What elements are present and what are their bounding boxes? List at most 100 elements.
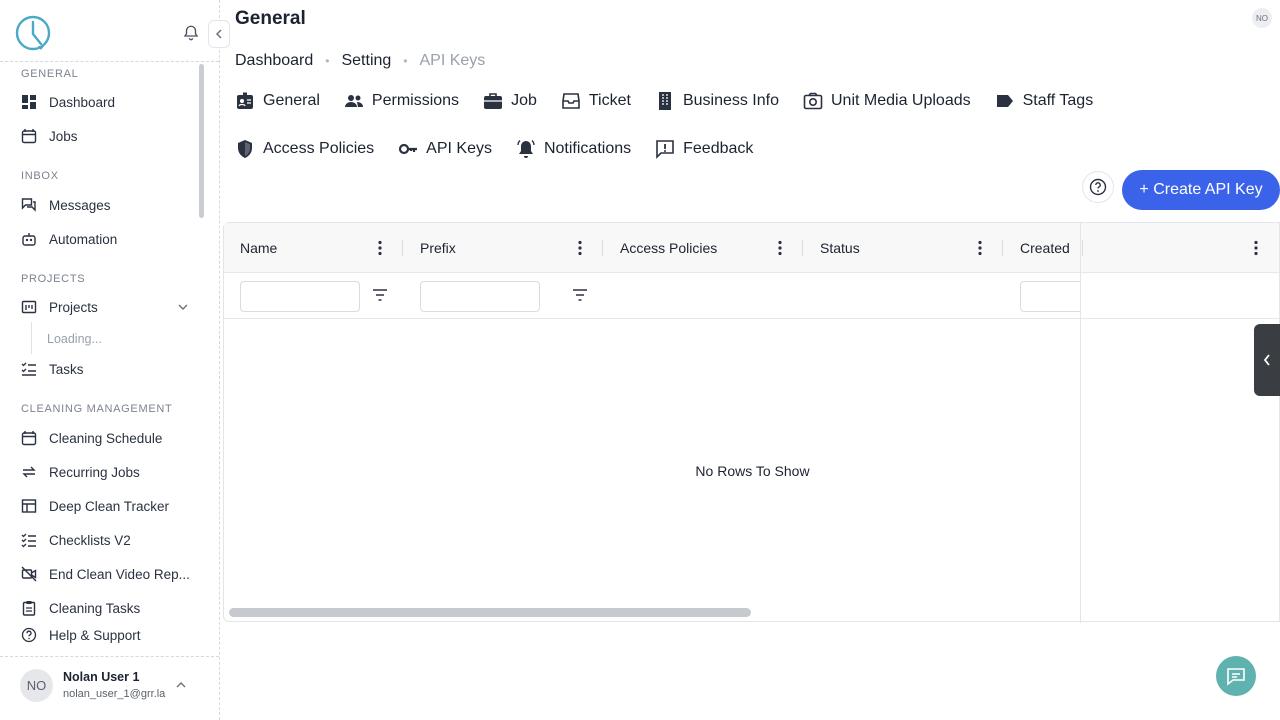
column-header-status[interactable]: Status [820, 223, 860, 273]
column-menu-icon[interactable] [978, 240, 982, 256]
sidebar: GENERAL Dashboard Jobs INBOX Messages Au… [0, 0, 230, 720]
tab-label: Staff Tags [1022, 92, 1094, 109]
page-title: General [235, 8, 306, 29]
table-icon [21, 499, 37, 513]
chat-support-button[interactable] [1216, 656, 1256, 696]
sidebar-item-label: Recurring Jobs [49, 464, 140, 480]
notification-bell-icon[interactable] [182, 24, 200, 42]
video-off-icon [21, 566, 37, 582]
tab-feedback[interactable]: Feedback [655, 139, 753, 159]
column-resize-handle[interactable] [602, 240, 603, 256]
column-header-created[interactable]: Created [1020, 223, 1070, 273]
sidebar-item-label: Automation [49, 231, 118, 247]
tab-api-keys[interactable]: API Keys [398, 139, 492, 159]
sidebar-item-label: Cleaning Tasks [49, 600, 141, 616]
column-header-prefix[interactable]: Prefix [420, 223, 456, 273]
prefix-filter-input[interactable] [420, 281, 540, 312]
filter-icon[interactable] [373, 289, 387, 301]
chevron-down-icon[interactable] [178, 302, 188, 312]
column-resize-handle[interactable] [402, 240, 403, 256]
tab-access-policies[interactable]: Access Policies [235, 139, 374, 159]
sidebar-item-label: Checklists V2 [49, 532, 131, 548]
help-button[interactable] [1082, 171, 1114, 203]
column-resize-handle[interactable] [802, 240, 803, 256]
chevron-left-icon [215, 29, 222, 39]
settings-tabs-row-2: Access Policies API Keys Notifications F… [235, 139, 753, 159]
sidebar-item-label: Deep Clean Tracker [49, 498, 170, 514]
messages-icon [21, 198, 36, 212]
column-menu-icon[interactable] [1254, 240, 1258, 256]
tab-business-info[interactable]: Business Info [655, 91, 779, 111]
empty-state-text: No Rows To Show [695, 463, 810, 479]
tab-label: Ticket [588, 92, 631, 109]
tab-label: Unit Media Uploads [831, 92, 971, 109]
calendar-check-icon [21, 129, 37, 144]
account-avatar[interactable]: NO [1252, 8, 1272, 28]
breadcrumb: Dashboard • Setting • API Keys [235, 52, 485, 70]
column-menu-icon[interactable] [378, 240, 382, 256]
sidebar-item-cleaning-schedule[interactable]: Cleaning Schedule [21, 427, 196, 449]
horizontal-scrollbar[interactable] [229, 608, 751, 617]
badge-icon [237, 92, 253, 109]
tab-permissions[interactable]: Permissions [344, 91, 459, 111]
tab-staff-tags[interactable]: Staff Tags [995, 91, 1094, 111]
tab-label: Notifications [543, 140, 632, 157]
shield-icon [238, 140, 252, 158]
camera-icon [803, 92, 823, 110]
column-header-name[interactable]: Name [240, 223, 277, 273]
chevron-up-icon[interactable] [176, 680, 186, 690]
section-label-general: GENERAL [21, 68, 79, 80]
breadcrumb-dashboard[interactable]: Dashboard [235, 52, 313, 70]
breadcrumb-setting[interactable]: Setting [341, 52, 391, 70]
side-panel-toggle-button[interactable] [1254, 324, 1280, 396]
sidebar-item-recurring-jobs[interactable]: Recurring Jobs [21, 461, 196, 483]
user-avatar[interactable]: NO [20, 669, 53, 702]
sidebar-item-deep-clean-tracker[interactable]: Deep Clean Tracker [21, 495, 196, 517]
feedback-icon [656, 140, 674, 159]
sidebar-item-help[interactable]: Help & Support [21, 624, 196, 646]
tab-label: Job [511, 92, 537, 109]
robot-icon [22, 233, 36, 246]
sidebar-item-automation[interactable]: Automation [21, 228, 196, 250]
name-filter-input[interactable] [240, 281, 360, 312]
created-filter-input[interactable] [1020, 281, 1080, 312]
sidebar-item-label: Cleaning Schedule [49, 430, 163, 446]
create-api-key-button[interactable]: + Create API Key [1122, 170, 1280, 210]
tab-unit-media-uploads[interactable]: Unit Media Uploads [803, 91, 971, 111]
column-header-access-policies[interactable]: Access Policies [620, 223, 717, 273]
user-name: Nolan User 1 [63, 670, 140, 684]
sidebar-scrollbar[interactable] [199, 64, 204, 218]
column-resize-handle[interactable] [1002, 240, 1003, 256]
key-icon [399, 143, 418, 155]
tab-label: Business Info [682, 92, 779, 109]
column-menu-icon[interactable] [778, 240, 782, 256]
sidebar-item-tasks[interactable]: Tasks [21, 358, 196, 380]
tab-general[interactable]: General [235, 91, 320, 111]
sidebar-item-label: Help & Support [49, 627, 141, 643]
sidebar-item-jobs[interactable]: Jobs [21, 125, 196, 147]
tab-ticket[interactable]: Ticket [561, 91, 631, 111]
tab-job[interactable]: Job [483, 91, 537, 111]
tab-label: Permissions [371, 92, 460, 109]
app-logo-icon[interactable] [14, 14, 52, 52]
sidebar-item-label: End Clean Video Rep... [49, 566, 190, 582]
sidebar-item-dashboard[interactable]: Dashboard [21, 91, 196, 113]
sidebar-item-end-clean-video[interactable]: End Clean Video Rep... [21, 563, 196, 585]
sidebar-item-checklists[interactable]: Checklists V2 [21, 529, 196, 551]
tab-notifications[interactable]: Notifications [516, 139, 631, 159]
help-circle-icon [1089, 178, 1107, 196]
projects-loading-text: Loading... [47, 332, 102, 346]
sidebar-item-projects[interactable]: Projects [21, 296, 196, 318]
sidebar-item-cleaning-tasks[interactable]: Cleaning Tasks [21, 597, 196, 619]
user-email: nolan_user_1@grr.la [63, 688, 166, 700]
tab-label: General [263, 92, 320, 109]
sidebar-item-messages[interactable]: Messages [21, 194, 196, 216]
breadcrumb-api-keys: API Keys [419, 52, 486, 69]
column-resize-handle[interactable] [1082, 240, 1083, 256]
tree-line [31, 322, 32, 354]
filter-icon[interactable] [573, 289, 587, 301]
column-menu-icon[interactable] [578, 240, 582, 256]
tab-label: API Keys [426, 140, 492, 157]
pinned-column-divider [1080, 223, 1081, 623]
sidebar-collapse-button[interactable] [208, 20, 230, 48]
